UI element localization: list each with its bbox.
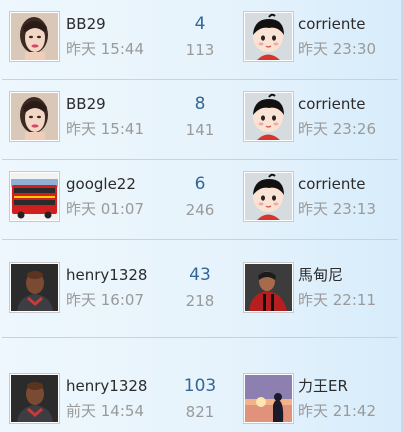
last-poster-avatar[interactable] [243, 91, 294, 142]
author-post-time: 昨天 15:44 [66, 40, 144, 58]
reply-count: 6 [194, 174, 206, 194]
author-post-time: 昨天 01:07 [66, 200, 144, 218]
reply-count: 8 [194, 94, 206, 114]
last-post-time[interactable]: 昨天 23:13 [298, 200, 376, 218]
table-row[interactable]: BB29 昨天 15:44 4 113 corriente 昨天 23:30 [0, 0, 400, 70]
last-poster-name-link[interactable]: corriente [298, 95, 366, 113]
last-poster-name-link[interactable]: 馬甸尼 [298, 266, 343, 284]
author-name-link[interactable]: henry1328 [66, 266, 147, 284]
last-poster-name-link[interactable]: corriente [298, 15, 366, 33]
author-avatar[interactable] [9, 373, 60, 424]
cartoon-boy-avatar-icon [245, 93, 292, 140]
row-divider [2, 239, 398, 240]
author-name-link[interactable]: henry1328 [66, 377, 147, 395]
author-post-time: 前天 14:54 [66, 402, 144, 420]
last-poster-avatar[interactable] [243, 373, 294, 424]
footballer-portrait-icon [11, 375, 58, 422]
author-name-link[interactable]: google22 [66, 175, 136, 193]
table-row[interactable]: henry1328 前天 14:54 103 821 力王ER 昨天 21:42 [0, 362, 400, 432]
footballer-red-jersey-icon [245, 264, 292, 311]
author-avatar[interactable] [9, 11, 60, 62]
author-post-time: 昨天 16:07 [66, 291, 144, 309]
last-poster-name-link[interactable]: corriente [298, 175, 366, 193]
view-count: 821 [185, 403, 215, 421]
last-post-time[interactable]: 昨天 23:30 [298, 40, 376, 58]
author-name-link[interactable]: BB29 [66, 95, 106, 113]
author-avatar[interactable] [9, 171, 60, 222]
author-avatar[interactable] [9, 262, 60, 313]
author-avatar[interactable] [9, 91, 60, 142]
last-poster-avatar[interactable] [243, 11, 294, 62]
thread-list: BB29 昨天 15:44 4 113 corriente 昨天 23:30 B… [0, 0, 404, 432]
woman-portrait-icon [11, 13, 58, 60]
view-count: 246 [185, 201, 215, 219]
last-post-time[interactable]: 昨天 23:26 [298, 120, 376, 138]
last-poster-avatar[interactable] [243, 262, 294, 313]
cartoon-boy-avatar-icon [245, 173, 292, 220]
sunset-silhouette-avatar-icon [245, 375, 292, 422]
reply-count: 103 [183, 376, 217, 396]
view-count: 113 [185, 41, 215, 59]
last-post-time[interactable]: 昨天 22:11 [298, 291, 376, 309]
reply-count: 43 [189, 265, 211, 285]
table-row[interactable]: google22 昨天 01:07 6 246 corriente 昨天 23:… [0, 160, 400, 230]
row-divider [2, 337, 398, 338]
author-name-link[interactable]: BB29 [66, 15, 106, 33]
last-poster-avatar[interactable] [243, 171, 294, 222]
last-poster-name-link[interactable]: 力王ER [298, 377, 348, 395]
view-count: 141 [185, 121, 215, 139]
view-count: 218 [185, 292, 215, 310]
author-post-time: 昨天 15:41 [66, 120, 144, 138]
table-row[interactable]: BB29 昨天 15:41 8 141 corriente 昨天 23:26 [0, 80, 400, 150]
footballer-portrait-icon [11, 264, 58, 311]
cartoon-boy-avatar-icon [245, 13, 292, 60]
table-row[interactable]: henry1328 昨天 16:07 43 218 馬甸尼 昨天 22:11 [0, 251, 400, 321]
red-bus-avatar-icon [11, 173, 58, 220]
woman-portrait-icon [11, 93, 58, 140]
reply-count: 4 [194, 14, 206, 34]
last-post-time[interactable]: 昨天 21:42 [298, 402, 376, 420]
